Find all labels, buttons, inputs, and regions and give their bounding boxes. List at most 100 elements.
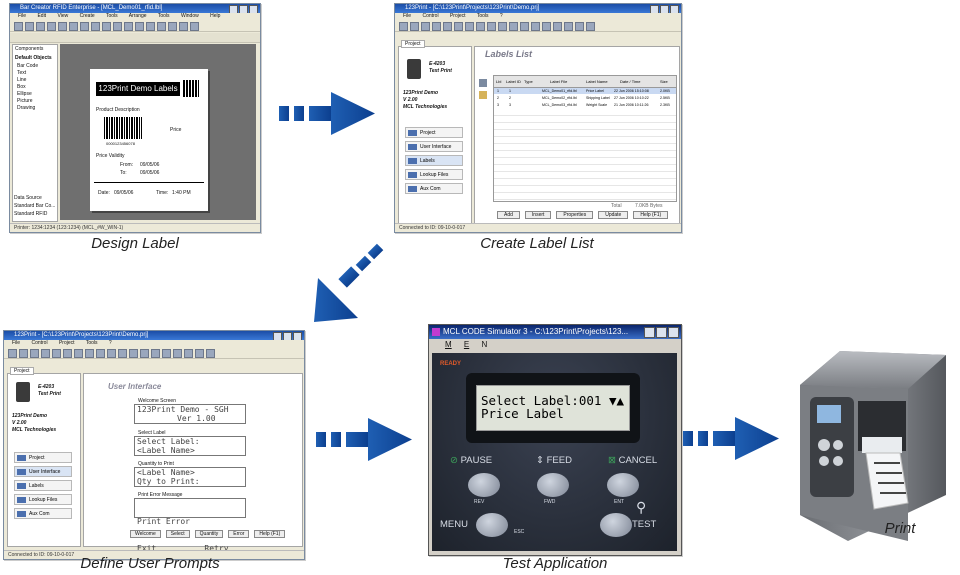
tool-icon[interactable] (195, 349, 204, 358)
tool-icon[interactable] (520, 22, 529, 31)
tool-icon[interactable] (129, 349, 138, 358)
new-icon[interactable] (14, 22, 23, 31)
menu-create[interactable]: Create (80, 13, 95, 19)
line-tool-icon[interactable] (146, 22, 155, 31)
table-row[interactable]: 11 MCL_Demo01_rfid.lbl Price Label 22 Jun… (494, 88, 676, 94)
nav-aux-com[interactable]: Aux Com (14, 508, 72, 519)
save-icon[interactable] (421, 22, 430, 31)
tool-icon[interactable] (443, 22, 452, 31)
tool-icon[interactable] (542, 22, 551, 31)
table-row[interactable]: 22 MCL_Demo02_rfid.lbl Shipping Label 27 … (494, 95, 676, 101)
nav-aux-com[interactable]: Aux Com (405, 183, 463, 194)
tool-icon[interactable] (476, 22, 485, 31)
print-icon[interactable] (432, 22, 441, 31)
open-icon[interactable] (25, 22, 34, 31)
tool-icon[interactable] (586, 22, 595, 31)
copy-icon[interactable] (69, 22, 78, 31)
text-tool-icon[interactable] (135, 22, 144, 31)
menu-tools[interactable]: Tools (86, 340, 98, 346)
design-canvas[interactable]: 123Print Demo Labels Product Description… (60, 44, 256, 220)
menu-view[interactable]: View (57, 13, 68, 19)
tool-barcode[interactable]: Bar Code (17, 63, 38, 69)
test-key[interactable] (600, 513, 632, 537)
tool-icon[interactable] (85, 349, 94, 358)
tool-icon[interactable] (487, 22, 496, 31)
menu-file[interactable]: File (12, 340, 20, 346)
insert-button[interactable]: Insert (524, 211, 552, 219)
tool-icon[interactable] (553, 22, 562, 31)
tool-icon[interactable] (118, 349, 127, 358)
tool-icon[interactable] (162, 349, 171, 358)
menu-file[interactable]: File (18, 13, 26, 19)
menu-control[interactable]: Control (422, 13, 438, 19)
tool-picture[interactable]: Picture (17, 98, 33, 104)
help-button[interactable]: Help (F1) (633, 211, 669, 219)
tool-text[interactable]: Text (17, 70, 26, 76)
picture-tool-icon[interactable] (179, 22, 188, 31)
open-icon[interactable] (410, 22, 419, 31)
tool-icon[interactable] (465, 22, 474, 31)
open-icon[interactable] (19, 349, 28, 358)
ellipse-tool-icon[interactable] (168, 22, 177, 31)
tool-box[interactable]: Box (17, 84, 26, 90)
save-icon[interactable] (36, 22, 45, 31)
tab-project[interactable]: Project (10, 367, 34, 375)
menu-project[interactable]: Project (450, 13, 466, 19)
menu-control[interactable]: Control (31, 340, 47, 346)
tool-icon[interactable] (63, 349, 72, 358)
print-icon[interactable] (47, 22, 56, 31)
tool-icon[interactable] (107, 349, 116, 358)
tab-project[interactable]: Project (401, 40, 425, 48)
welcome-screen-preview[interactable]: 123Print Demo - SGH Ver 1.00 (134, 404, 246, 424)
tool-icon[interactable] (184, 349, 193, 358)
nav-user-interface[interactable]: User Interface (14, 466, 72, 477)
align-icon[interactable] (190, 22, 199, 31)
tool-icon[interactable] (96, 349, 105, 358)
tool-icon[interactable] (173, 349, 182, 358)
menu-file[interactable]: File (403, 13, 411, 19)
feed-key[interactable] (537, 473, 569, 497)
menu-help[interactable]: N (481, 340, 487, 349)
print-icon[interactable] (41, 349, 50, 358)
redo-icon[interactable] (102, 22, 111, 31)
close-icon[interactable] (249, 5, 258, 13)
tool-icon[interactable] (206, 349, 215, 358)
tool-icon[interactable] (564, 22, 573, 31)
select-button[interactable]: Select (165, 530, 190, 538)
standard-barcode-tab[interactable]: Standard Bar Co... (14, 203, 55, 209)
menu-tools[interactable]: Tools (477, 13, 489, 19)
add-button[interactable]: Add (497, 211, 520, 219)
nav-project[interactable]: Project (14, 452, 72, 463)
quantity-preview[interactable]: <Label Name> Qty to Print: (134, 467, 246, 487)
quantity-button[interactable]: Quantity (194, 530, 224, 538)
welcome-button[interactable]: Welcome (130, 530, 161, 538)
error-message-preview[interactable]: Print Error Exit Retry (134, 498, 246, 553)
tool-icon[interactable] (74, 349, 83, 358)
tool-icon[interactable] (509, 22, 518, 31)
menu-tools-2[interactable]: Tools (158, 13, 170, 19)
tool-icon[interactable] (531, 22, 540, 31)
data-source-tab[interactable]: Data Source (14, 195, 42, 201)
new-icon[interactable] (399, 22, 408, 31)
menu-file[interactable]: M (445, 340, 452, 349)
nav-project[interactable]: Project (405, 127, 463, 138)
paste-icon[interactable] (80, 22, 89, 31)
tool-icon[interactable] (454, 22, 463, 31)
tool-icon[interactable] (52, 349, 61, 358)
menu-execution[interactable]: E (464, 340, 469, 349)
tool-drawing[interactable]: Drawing (17, 105, 35, 111)
menu-window[interactable]: Window (181, 13, 199, 19)
tool-icon[interactable] (575, 22, 584, 31)
label-preview[interactable]: 123Print Demo Labels Product Description… (90, 69, 208, 211)
nav-labels[interactable]: Labels (14, 480, 72, 491)
menu-key[interactable] (476, 513, 508, 537)
maximize-icon[interactable] (283, 332, 292, 340)
close-icon[interactable] (668, 327, 679, 338)
standard-rfid-tab[interactable]: Standard RFID (14, 211, 47, 217)
nav-labels[interactable]: Labels (405, 155, 463, 166)
tool-ellipse[interactable]: Ellipse (17, 91, 32, 97)
menu-edit[interactable]: Edit (37, 13, 46, 19)
box-tool-icon[interactable] (157, 22, 166, 31)
maximize-icon[interactable] (660, 5, 669, 13)
zoom-icon[interactable] (113, 22, 122, 31)
